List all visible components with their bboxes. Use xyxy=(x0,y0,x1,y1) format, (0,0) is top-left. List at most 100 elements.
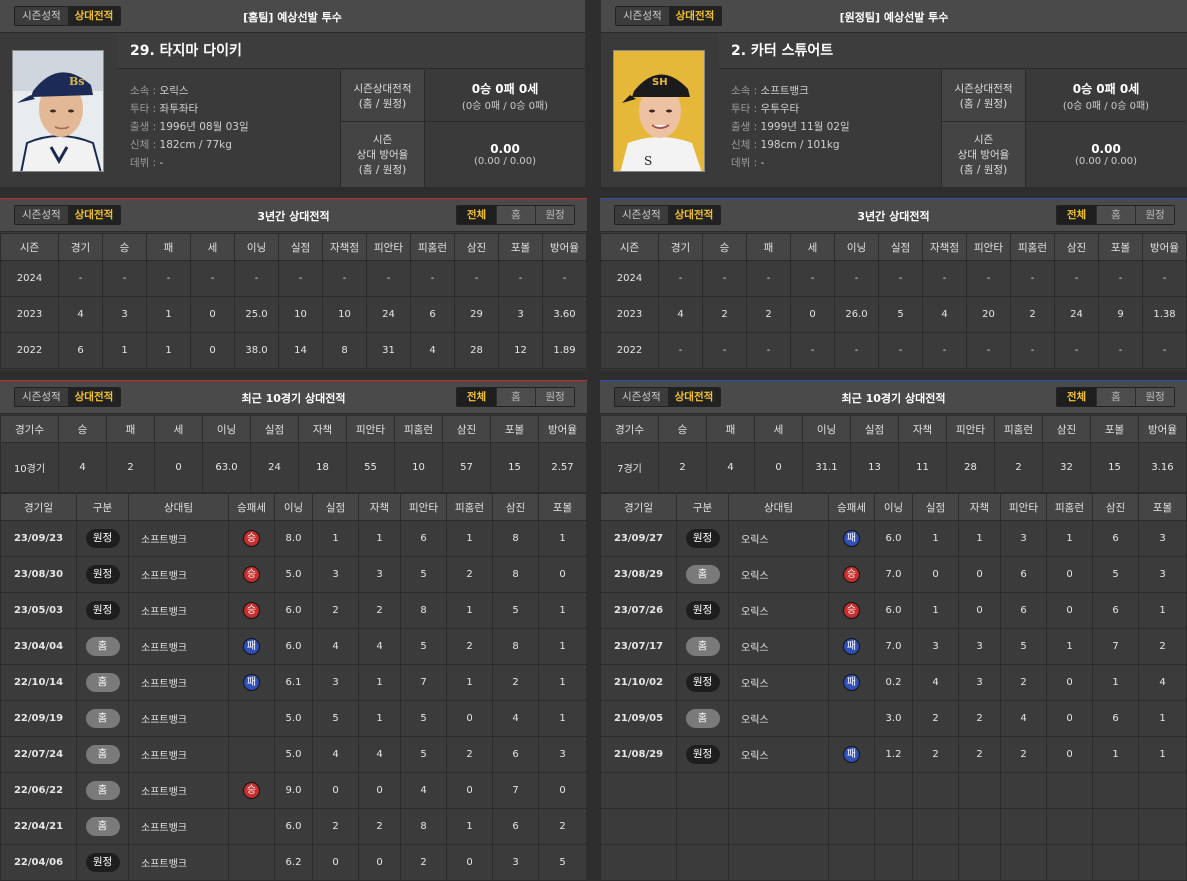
empty-cell xyxy=(874,808,913,845)
away-player-info: 소속 : 소프트뱅크 투타 : 우투우타 출생 : 1999년 11월 02일 … xyxy=(731,82,941,172)
home-season-era-box: 시즌 상대 방어율 (홈 / 원정) 0.00 (0.00 / 0.00) xyxy=(340,122,585,187)
stat-cell: 1.89 xyxy=(542,332,587,369)
empty-cell xyxy=(728,844,829,881)
filter-away[interactable]: 원정 xyxy=(1135,388,1174,406)
result-cell xyxy=(828,700,875,737)
filter-all[interactable]: 전체 xyxy=(457,388,496,406)
stat-cell: 4 xyxy=(312,736,359,773)
filter-all[interactable]: 전체 xyxy=(457,206,496,224)
row-label-cell: 2023 xyxy=(600,296,659,333)
column-header: 이닝 xyxy=(802,415,851,443)
venue-cell: 홈 xyxy=(676,628,729,665)
stat-cell: 4 xyxy=(58,296,103,333)
game-date: 23/09/27 xyxy=(600,520,677,557)
home-season-era: 0.00 xyxy=(490,142,520,156)
stat-cell: - xyxy=(834,332,879,369)
filter-home[interactable]: 홈 xyxy=(496,388,535,406)
game-date: 23/07/17 xyxy=(600,628,677,665)
column-header: 승패세 xyxy=(228,493,275,521)
stat-cell: 2 xyxy=(312,592,359,629)
stat-cell: 2 xyxy=(1000,736,1047,773)
filter-home[interactable]: 홈 xyxy=(1096,388,1135,406)
stat-cell: 8 xyxy=(492,556,539,593)
stat-cell: 55 xyxy=(346,442,395,493)
stat-cell: 0 xyxy=(312,844,359,881)
game-row: 23/09/27 원정 오릭스 패 6.0 1 1 3 1 6 3 xyxy=(600,520,1187,557)
empty-cell xyxy=(1046,772,1093,809)
empty-row xyxy=(600,808,1187,845)
stat-cell: 6.0 xyxy=(874,520,913,557)
result-cell: 패 xyxy=(828,520,875,557)
empty-cell xyxy=(676,808,729,845)
stat-cell: 5 xyxy=(538,844,587,881)
svg-text:SH: SH xyxy=(652,77,668,88)
column-header: 패 xyxy=(106,415,155,443)
away-season-era-box: 시즌 상대 방어율 (홈 / 원정) 0.00 (0.00 / 0.00) xyxy=(941,122,1186,187)
stat-cell: - xyxy=(1054,332,1099,369)
stat-cell: - xyxy=(190,260,235,297)
column-header: 상대팀 xyxy=(728,493,829,521)
filter-away[interactable]: 원정 xyxy=(1135,206,1174,224)
stat-cell: 0 xyxy=(446,700,493,737)
stat-cell: 6 xyxy=(400,520,447,557)
game-row: 21/08/29 원정 오릭스 패 1.2 2 2 2 0 1 1 xyxy=(600,736,1187,773)
empty-cell xyxy=(828,772,875,809)
venue-badge: 원정 xyxy=(85,529,120,548)
filter-away[interactable]: 원정 xyxy=(535,206,574,224)
home-three-year-panel: 시즌성적 상대전적 3년간 상대전적 전체 홈 원정 시즌 경기 승 패 세 이닝 실점 자책… xyxy=(0,198,587,370)
stat-cell: - xyxy=(366,260,411,297)
stat-cell: 5 xyxy=(1000,628,1047,665)
column-header: 실점 xyxy=(312,493,359,521)
column-header: 포볼 xyxy=(490,415,539,443)
stat-cell: 0 xyxy=(958,556,1001,593)
opponent-team: 오릭스 xyxy=(728,592,829,629)
venue-cell: 원정 xyxy=(676,664,729,701)
stat-cell: 10 xyxy=(278,296,323,333)
filter-all[interactable]: 전체 xyxy=(1057,388,1096,406)
stat-cell: 14 xyxy=(278,332,323,369)
filter-home[interactable]: 홈 xyxy=(1096,206,1135,224)
table-row: 2022- - - - - - - - - - - - xyxy=(600,332,1187,369)
filter-away[interactable]: 원정 xyxy=(535,388,574,406)
stat-cell: 0 xyxy=(1046,736,1093,773)
column-header: 피홈런 xyxy=(446,493,493,521)
empty-cell xyxy=(828,808,875,845)
column-header: 삼진 xyxy=(1054,233,1099,261)
stat-cell: 4 xyxy=(492,700,539,737)
game-row: 23/08/30 원정 소프트뱅크 승 5.0 3 3 5 2 8 0 xyxy=(0,556,587,593)
stat-cell: 8 xyxy=(492,628,539,665)
stat-cell: 4 xyxy=(658,296,703,333)
result-cell: 패 xyxy=(228,628,275,665)
stat-cell: - xyxy=(790,260,835,297)
game-row: 23/07/26 원정 오릭스 승 6.0 1 0 6 0 6 1 xyxy=(600,592,1187,629)
column-header: 경기 xyxy=(658,233,703,261)
stat-cell: 0.2 xyxy=(874,664,913,701)
stat-cell: 3 xyxy=(912,628,959,665)
stat-cell: - xyxy=(322,260,367,297)
game-date: 23/05/03 xyxy=(0,592,77,629)
stat-cell: 3 xyxy=(102,296,147,333)
stat-cell: 0 xyxy=(538,772,587,809)
stat-cell: - xyxy=(1142,332,1187,369)
info-row-team: 소속 : 오릭스 xyxy=(130,85,189,97)
empty-row xyxy=(600,772,1187,809)
row-label-cell: 2023 xyxy=(0,296,59,333)
stat-cell: 31 xyxy=(366,332,411,369)
column-header: 승 xyxy=(658,415,707,443)
stat-cell: 3 xyxy=(1000,520,1047,557)
stat-cell: 0 xyxy=(1046,556,1093,593)
stat-cell: 6 xyxy=(1092,700,1139,737)
opponent-team: 소프트뱅크 xyxy=(128,808,229,845)
filter-home[interactable]: 홈 xyxy=(496,206,535,224)
result-cell xyxy=(228,844,275,881)
opponent-team: 오릭스 xyxy=(728,700,829,737)
filter-all[interactable]: 전체 xyxy=(1057,206,1096,224)
column-header: 자책 xyxy=(298,415,347,443)
column-header: 실점 xyxy=(278,233,323,261)
svg-text:Bs: Bs xyxy=(69,75,85,88)
stat-cell: 6 xyxy=(410,296,455,333)
info-row-debut: 데뷔 : - xyxy=(130,157,164,169)
stat-cell: 1 xyxy=(958,520,1001,557)
column-header: 이닝 xyxy=(234,233,279,261)
venue-cell: 원정 xyxy=(76,520,129,557)
